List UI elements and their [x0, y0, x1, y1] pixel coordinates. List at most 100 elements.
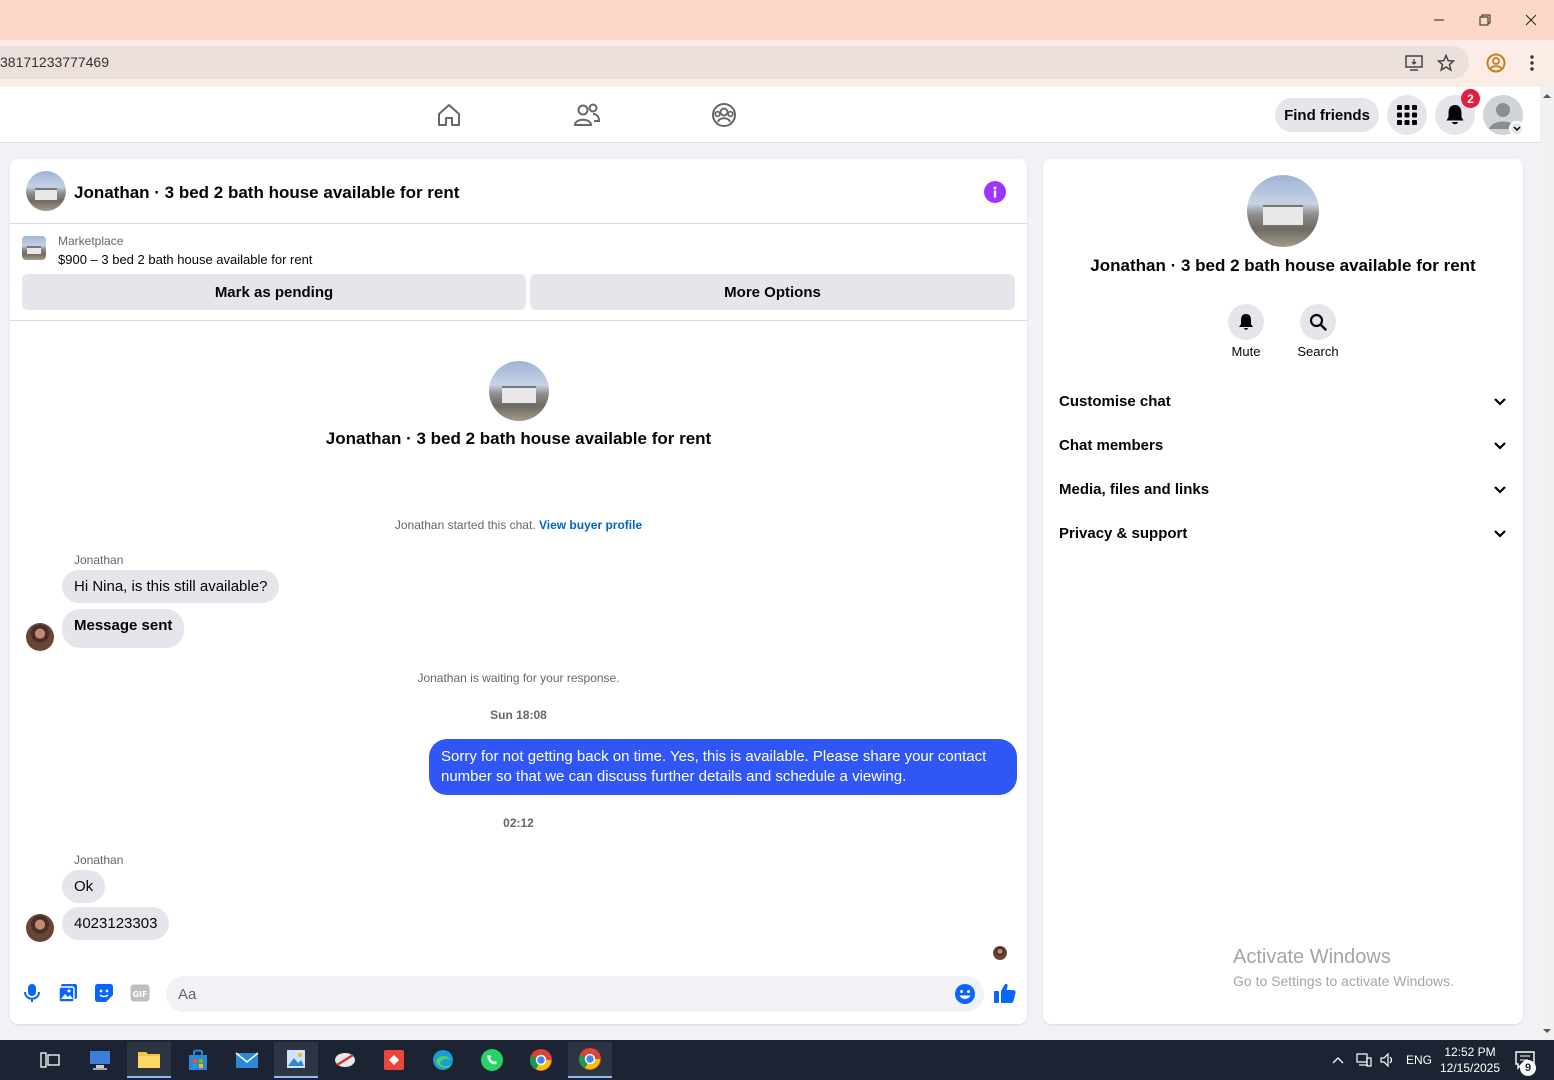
install-app-icon[interactable] [1403, 52, 1425, 74]
sender-avatar[interactable] [26, 623, 54, 651]
home-nav-button[interactable] [432, 98, 466, 132]
home-icon [438, 104, 460, 126]
search-label: Search [1297, 344, 1339, 359]
listing-price-title[interactable]: $900 – 3 bed 2 bath house available for … [58, 252, 312, 267]
mute-label: Mute [1231, 344, 1261, 359]
emoji-icon [955, 984, 975, 1004]
bookmark-star-icon[interactable] [1435, 52, 1457, 74]
listing-avatar[interactable] [26, 171, 66, 211]
conversation-avatar [489, 361, 549, 421]
network-tray-icon[interactable] [1356, 1040, 1374, 1080]
message-input[interactable]: Aa [166, 976, 984, 1012]
taskbar-app-photos[interactable] [274, 1042, 318, 1078]
taskbar-app-snipping[interactable] [323, 1042, 367, 1078]
like-send-button[interactable] [993, 981, 1017, 1005]
search-icon [1309, 313, 1327, 331]
notification-count-badge: 2 [1461, 89, 1480, 108]
chat-info-button[interactable] [984, 181, 1006, 203]
header-divider [10, 223, 1027, 224]
search-action[interactable]: Search [1288, 304, 1348, 359]
mute-action[interactable]: Mute [1216, 304, 1276, 359]
profile-icon[interactable] [1484, 51, 1508, 75]
folder-icon [138, 1052, 160, 1068]
conversation-intro-title: Jonathan · 3 bed 2 bath house available … [325, 429, 712, 448]
restore-button[interactable] [1462, 0, 1508, 40]
attach-photo-button[interactable] [56, 981, 80, 1005]
bell-icon [1239, 314, 1253, 330]
incoming-message-bubble[interactable]: Message sent [62, 609, 185, 648]
mail-icon [235, 1052, 259, 1068]
clock[interactable]: 12:52 PM 12/15/2025 [1440, 1040, 1500, 1080]
network-icon [1356, 1053, 1372, 1067]
more-options-button[interactable]: More Options [530, 274, 1015, 310]
svg-text:GIF: GIF [132, 990, 147, 999]
minimize-button[interactable] [1416, 0, 1462, 40]
sticker-button[interactable] [92, 981, 116, 1005]
taskbar-app-chrome[interactable] [519, 1042, 563, 1078]
friends-nav-button[interactable] [570, 98, 604, 132]
chevron-down-icon [1494, 529, 1506, 538]
chat-started-text: Jonathan started this chat. [394, 518, 536, 532]
incoming-message-bubble[interactable]: 4023123303 [62, 907, 170, 940]
voice-clip-button[interactable] [20, 981, 44, 1005]
close-window-button[interactable] [1508, 0, 1554, 40]
taskbar-app-whatsapp[interactable] [470, 1042, 514, 1078]
menu-grid-button[interactable] [1387, 95, 1427, 135]
incoming-message-bubble[interactable]: Ok [62, 870, 106, 903]
whatsapp-icon [481, 1049, 503, 1071]
listing-thumbnail[interactable] [22, 236, 46, 260]
section-label: Privacy & support [1059, 524, 1188, 542]
marketplace-label: Marketplace [58, 234, 124, 248]
close-icon [1525, 14, 1537, 26]
incoming-message-bubble[interactable]: Hi Nina, is this still available? [62, 570, 280, 603]
show-hidden-icons-button[interactable] [1332, 1040, 1352, 1080]
section-label: Chat members [1059, 436, 1164, 454]
taskbar-app-anydesk[interactable] [372, 1042, 416, 1078]
language-indicator[interactable]: ENG [1406, 1040, 1432, 1080]
action-center-badge: 9 [1520, 1060, 1536, 1076]
thumbs-up-icon [994, 983, 1016, 1003]
chevron-down-icon [1494, 397, 1506, 406]
privacy-support-section[interactable]: Privacy & support [1059, 511, 1507, 555]
chrome-icon [579, 1048, 601, 1070]
page-scrollbar[interactable] [1540, 87, 1554, 1040]
minimize-icon [1434, 19, 1444, 21]
clock-date: 12/15/2025 [1439, 1061, 1501, 1075]
message-timestamp: 02:12 [503, 816, 534, 830]
emoji-button[interactable] [954, 983, 976, 1005]
message-sender-name: Jonathan [74, 853, 124, 867]
volume-tray-icon[interactable] [1380, 1040, 1398, 1080]
address-bar[interactable]: 38171233777469 [0, 46, 1469, 79]
grid-menu-icon [1397, 105, 1417, 125]
computer-icon [90, 1051, 110, 1070]
taskbar-app-edge[interactable] [421, 1042, 465, 1078]
sticker-icon [95, 984, 113, 1002]
chat-header-title[interactable]: Jonathan · 3 bed 2 bath house available … [74, 183, 459, 203]
chat-members-section[interactable]: Chat members [1059, 423, 1507, 467]
clock-time: 12:52 PM [1444, 1045, 1496, 1059]
taskbar-app-computer[interactable] [78, 1042, 122, 1078]
sender-avatar[interactable] [26, 914, 54, 942]
watermark-line2: Go to Settings to activate Windows. [1233, 973, 1454, 989]
taskbar-app-store[interactable] [176, 1042, 220, 1078]
media-files-links-section[interactable]: Media, files and links [1059, 467, 1507, 511]
section-label: Media, files and links [1059, 480, 1210, 498]
account-menu-chevron[interactable] [1509, 121, 1524, 136]
gif-button[interactable]: GIF [128, 981, 152, 1005]
taskbar-app-chrome-profile[interactable] [568, 1042, 612, 1078]
mark-as-pending-button[interactable]: Mark as pending [22, 274, 526, 310]
view-buyer-profile-link[interactable]: View buyer profile [539, 518, 642, 532]
outgoing-message-bubble[interactable]: Sorry for not getting back on time. Yes,… [429, 739, 1017, 795]
mute-button[interactable] [1228, 304, 1264, 340]
customise-chat-section[interactable]: Customise chat [1059, 379, 1507, 423]
activate-windows-watermark: Activate Windows Go to Settings to activ… [1233, 946, 1454, 989]
find-friends-button[interactable]: Find friends [1275, 98, 1379, 132]
task-view-button[interactable] [28, 1042, 72, 1078]
search-in-conversation-button[interactable] [1300, 304, 1336, 340]
groups-nav-button[interactable] [707, 98, 741, 132]
taskbar-app-mail[interactable] [225, 1042, 269, 1078]
info-panel-avatar[interactable] [1247, 175, 1319, 247]
taskbar-app-file-explorer[interactable] [127, 1042, 171, 1078]
browser-menu-icon[interactable] [1522, 51, 1542, 75]
chat-panel: Jonathan · 3 bed 2 bath house available … [10, 159, 1027, 1024]
